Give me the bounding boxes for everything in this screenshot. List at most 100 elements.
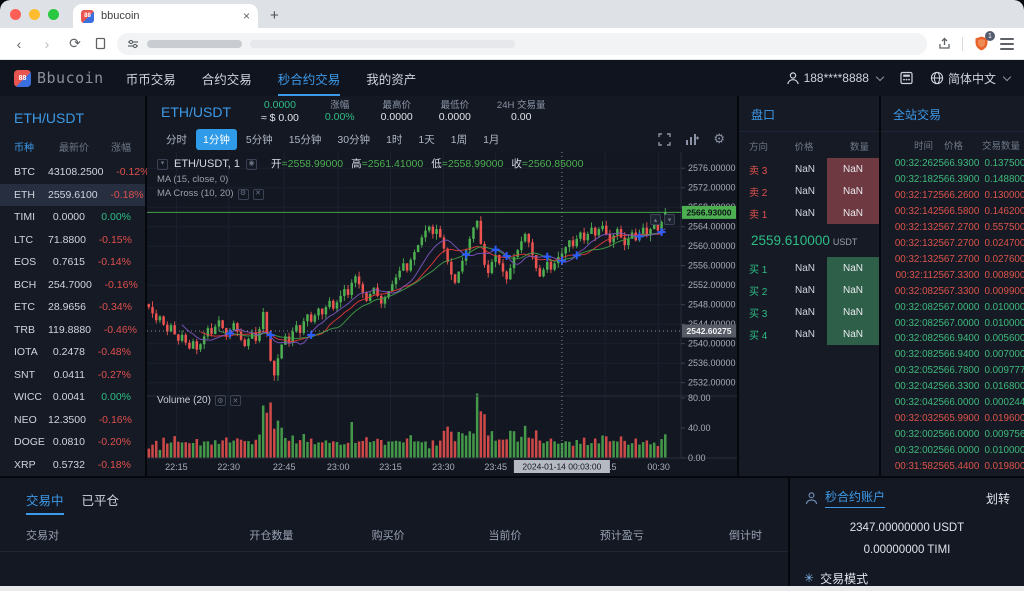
low-label: 最低价 [441,100,470,112]
positions-tab[interactable]: 已平仓 [82,490,120,515]
pane-up-icon[interactable]: ▴ [650,214,661,225]
svg-text:80.00: 80.00 [688,393,711,403]
market-row[interactable]: TIMI0.00000.00% [0,206,145,229]
bid-side: 买 2 [749,279,783,301]
vol-remove-icon[interactable]: ✕ [230,395,241,406]
positions-tab[interactable]: 交易中 [26,490,64,515]
reload-icon[interactable]: ⟳ [66,35,84,52]
fullscreen-icon[interactable] [658,133,671,146]
zoom-window-button[interactable] [48,9,59,20]
ma-settings-icon[interactable]: ⚙ [238,189,249,200]
interval-button[interactable]: 分时 [159,129,194,150]
trade-price: 2566.9300 [933,158,979,169]
trade-time: 00:32:13 [891,254,933,265]
coin-change: -0.18% [95,459,131,471]
forward-icon[interactable]: › [38,36,56,52]
market-row[interactable]: ETC28.9656-0.34% [0,296,145,319]
coin-symbol: WICC [14,391,48,403]
browser-tab[interactable]: 88 bbucoin × [73,4,258,28]
ohlc-label: 高 [351,158,362,170]
pane-down-icon[interactable]: ▾ [664,214,675,225]
new-tab-button[interactable]: + [270,7,279,24]
bid-price: NaN [783,279,827,301]
market-row[interactable]: LTC71.8800-0.15% [0,229,145,252]
market-row[interactable]: IOTA0.2478-0.48% [0,341,145,364]
nav-item[interactable]: 合约交易 [202,60,252,96]
trade-qty: 0.024700 [979,238,1024,249]
ohlc-value: =2558.99000 [282,158,344,170]
settings-gear-icon[interactable]: ⚙ [713,131,725,147]
back-icon[interactable]: ‹ [10,36,28,52]
shield-icon[interactable]: 1 [973,35,990,52]
menu-icon[interactable] [1000,38,1014,50]
coin-price: 0.0810 [48,436,95,448]
bid-row: 买 4NaNNaN [739,323,879,345]
calculator-icon[interactable] [899,71,914,85]
nav-item[interactable]: 币币交易 [126,60,176,96]
ohlc-value: =2561.41000 [362,158,424,170]
minimize-window-button[interactable] [29,9,40,20]
tune-icon[interactable] [127,38,139,50]
svg-text:23:45: 23:45 [484,462,507,472]
market-row[interactable]: TRB119.8880-0.46% [0,319,145,342]
brand[interactable]: 88 Bbucoin [14,69,104,87]
interval-button[interactable]: 1时 [379,129,409,150]
candlestick-chart[interactable]: ▾ ETH/USDT, 1 ◉ 开=2558.99000高=2561.41000… [147,152,737,476]
browser-window: 88 bbucoin × + ‹ › ⟳ 1 [0,0,1024,591]
interval-button[interactable]: 15分钟 [282,129,329,150]
market-row[interactable]: XRP0.5732-0.18% [0,454,145,477]
nav-item[interactable]: 秒合约交易 [278,60,341,96]
market-row[interactable]: SNT0.0411-0.27% [0,364,145,387]
coin-change: -0.15% [96,234,132,246]
address-bar[interactable] [117,33,927,55]
bookmark-icon[interactable] [94,37,107,50]
ma-remove-icon[interactable]: ✕ [253,189,264,200]
market-row[interactable]: EOS0.7615-0.14% [0,251,145,274]
trade-qty: 0.009756 [979,429,1024,440]
account-title[interactable]: 秒合约账户 [825,488,885,508]
ma-legend: MA (15, close, 0) [157,173,583,187]
trade-time: 00:32:08 [891,349,933,360]
user-account-menu[interactable]: 188****8888 [786,71,883,85]
tab-title: bbucoin [101,10,236,22]
bid-price: NaN [783,323,827,345]
legend-eye-icon[interactable]: ◉ [246,159,257,170]
trades-header: 时间价格交易数量 [881,132,1024,156]
coin-change: 0.00% [95,211,131,223]
interval-button[interactable]: 5分钟 [239,129,280,150]
coin-price: 0.0411 [48,369,95,381]
share-icon[interactable] [937,36,952,51]
transfer-link[interactable]: 划转 [986,490,1010,507]
collapse-legend-icon[interactable]: ▾ [157,159,168,170]
language-menu[interactable]: 简体中文 [930,70,1010,87]
window-controls[interactable] [10,0,59,28]
app-navbar: 88 Bbucoin 币币交易合约交易秒合约交易我的资产 188****8888… [0,60,1024,96]
ticker-price: 0.0000 [264,99,296,112]
interval-button[interactable]: 1周 [444,129,474,150]
vol-settings-icon[interactable]: ⚙ [215,395,226,406]
browser-toolbar: ‹ › ⟳ 1 [0,28,1024,60]
interval-button[interactable]: 1月 [476,129,506,150]
svg-text:2552.00000: 2552.00000 [688,280,736,290]
nav-item[interactable]: 我的资产 [366,60,416,96]
positions-column-header: 预计盈亏 [563,527,680,543]
close-tab-icon[interactable]: × [243,9,250,23]
svg-text:2540.00000: 2540.00000 [688,339,736,349]
ask-price: NaN [783,158,827,180]
interval-button[interactable]: 30分钟 [330,129,377,150]
market-row[interactable]: NEO12.3500-0.16% [0,409,145,432]
market-row[interactable]: ETH2559.6100-0.18% [0,184,145,207]
market-row[interactable]: BTC43108.2500-0.12% [0,161,145,184]
trade-price: 2566.9400 [933,349,979,360]
svg-text:2560.00000: 2560.00000 [688,241,736,251]
interval-button[interactable]: 1分钟 [196,129,237,150]
usdt-balance: 2347.00000000 USDT [804,518,1010,540]
market-row[interactable]: BCH254.7000-0.16% [0,274,145,297]
bid-row: 买 3NaNNaN [739,301,879,323]
close-window-button[interactable] [10,9,21,20]
market-row[interactable]: WICC0.00410.00% [0,386,145,409]
all-trades-panel: 全站交易 时间价格交易数量 00:32:262566.93000.1375000… [881,96,1024,476]
indicator-icon[interactable] [685,133,699,146]
interval-button[interactable]: 1天 [411,129,441,150]
market-row[interactable]: DOGE0.0810-0.20% [0,431,145,454]
